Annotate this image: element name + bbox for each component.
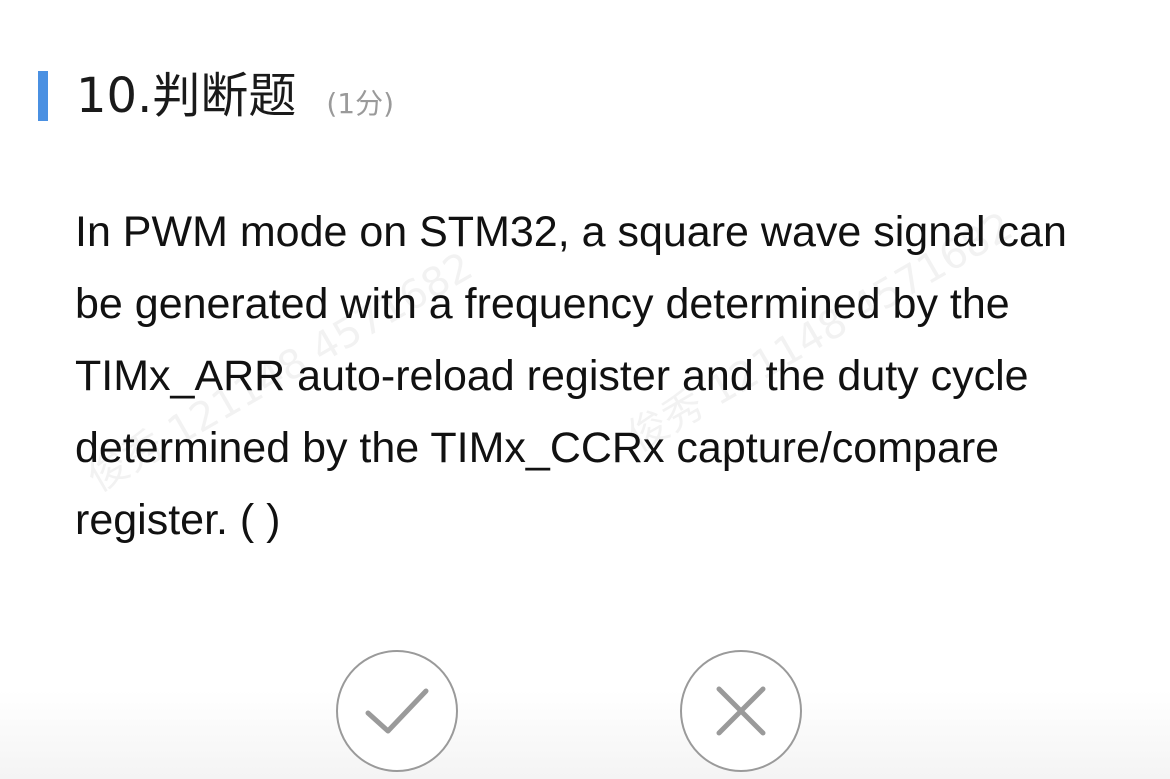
check-icon: [365, 688, 429, 734]
question-text: In PWM mode on STM32, a square wave sign…: [75, 208, 1067, 544]
false-answer-button[interactable]: [680, 650, 802, 772]
question-title: 10.判断题: [76, 68, 297, 124]
close-icon: [716, 686, 766, 736]
accent-bar: [38, 71, 48, 121]
question-header: 10.判断题 (1分): [38, 66, 394, 126]
question-page: 俊秀 121148 4571682 俊秀 121148 4571682 10.判…: [0, 0, 1170, 779]
question-score: (1分): [326, 87, 395, 120]
true-answer-button[interactable]: [336, 650, 458, 772]
